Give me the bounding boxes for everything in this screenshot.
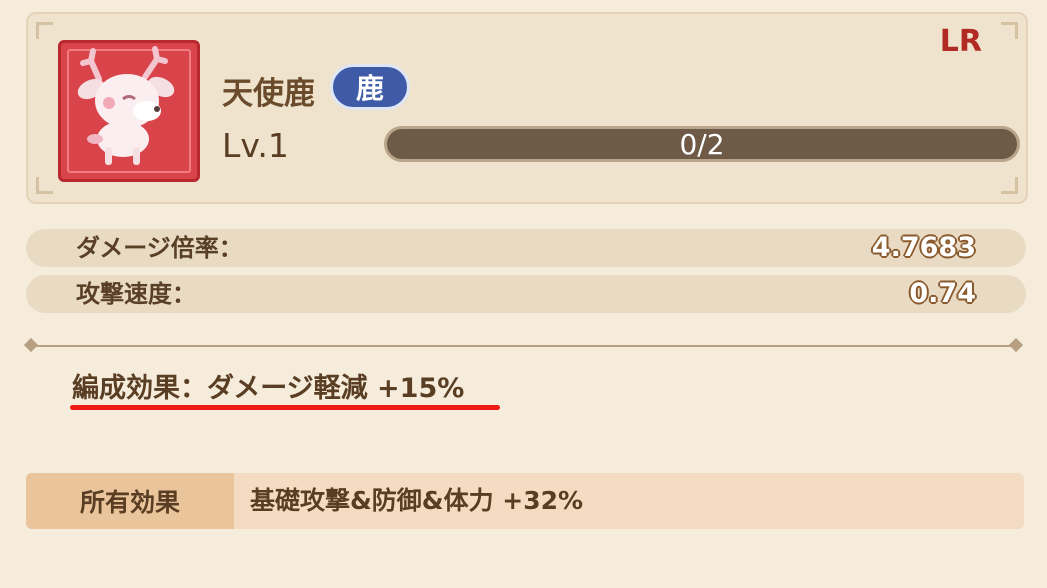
character-card: LR 天使鹿 鹿 Lv.1 0/2: [26, 12, 1028, 204]
level-label: Lv.1: [222, 126, 289, 165]
divider-ornament: [23, 337, 39, 353]
stat-label: ダメージ倍率：: [76, 234, 243, 262]
section-divider: [28, 345, 1022, 347]
owned-effect-value: 基礎攻撃&防御&体力 +32%: [250, 486, 584, 515]
stat-row-attack-speed: 攻撃速度： 0.74: [26, 275, 1026, 313]
divider-ornament: [1008, 337, 1024, 353]
corner-ornament: [36, 22, 53, 39]
stat-value: 0.74: [909, 278, 976, 309]
level-progress-bar: 0/2: [384, 126, 1020, 162]
character-name: 天使鹿: [222, 76, 315, 112]
stat-label: 攻撃速度：: [76, 280, 196, 308]
stat-row-damage-multiplier: ダメージ倍率： 4.7683: [26, 229, 1026, 267]
character-portrait[interactable]: [58, 40, 200, 182]
deer-icon: [77, 46, 175, 165]
formation-effect: 編成効果：ダメージ軽減 +15%: [72, 373, 465, 404]
corner-ornament: [1001, 177, 1018, 194]
corner-ornament: [1001, 22, 1018, 39]
owned-effect-label: 所有効果: [26, 473, 234, 529]
type-badge: 鹿: [330, 64, 410, 110]
level-progress-text: 0/2: [679, 127, 725, 161]
stat-value: 4.7683: [871, 232, 976, 263]
owned-effect-row: 所有効果 基礎攻撃&防御&体力 +32%: [26, 473, 1024, 529]
highlight-underline: [70, 405, 500, 410]
corner-ornament: [36, 177, 53, 194]
rarity-label: LR: [939, 24, 982, 59]
